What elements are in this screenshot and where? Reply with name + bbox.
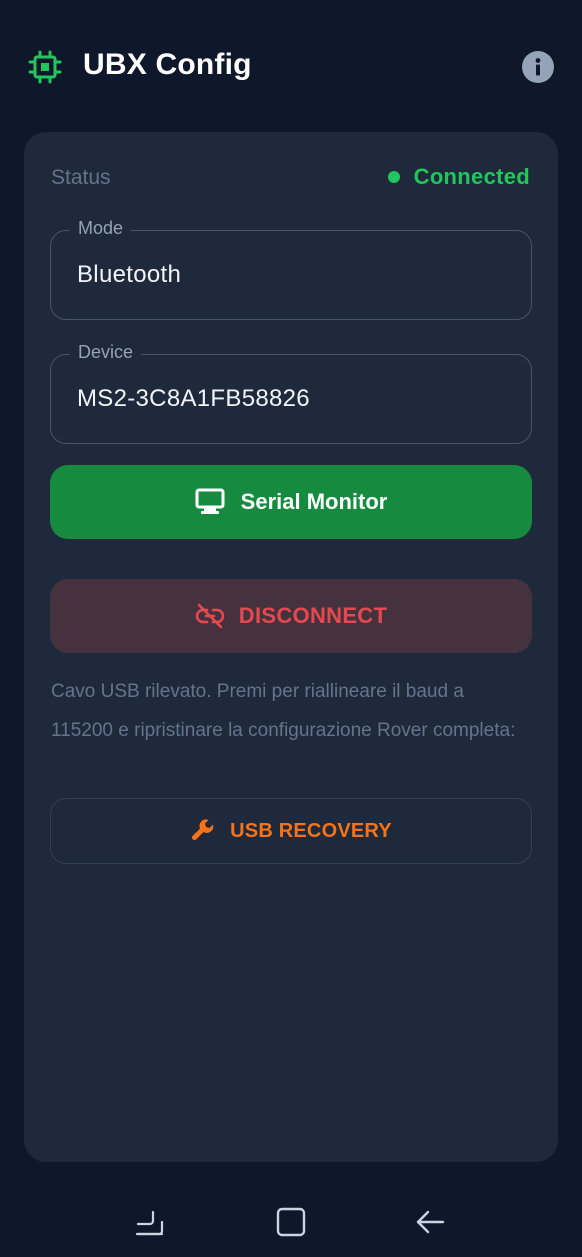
app-header: UBX Config bbox=[0, 0, 582, 132]
app-root: UBX Config Status Connected Mode Bluetoo… bbox=[0, 0, 582, 1257]
status-indicator: Connected bbox=[387, 164, 530, 190]
device-value: MS2-3C8A1FB58826 bbox=[77, 385, 310, 412]
mode-field[interactable]: Mode Bluetooth bbox=[50, 218, 532, 320]
home-button[interactable] bbox=[269, 1200, 313, 1244]
recovery-note: Cavo USB rilevato. Premi per riallineare… bbox=[51, 681, 516, 741]
connection-card: Status Connected Mode Bluetooth Device M… bbox=[24, 132, 558, 1162]
recent-apps-button[interactable] bbox=[128, 1200, 172, 1244]
info-icon bbox=[535, 58, 541, 76]
link-off-icon bbox=[195, 603, 225, 629]
disconnect-button[interactable]: DISCONNECT bbox=[50, 579, 532, 653]
status-label: Status bbox=[51, 166, 111, 189]
chip-icon bbox=[28, 50, 62, 84]
device-field[interactable]: Device MS2-3C8A1FB58826 bbox=[50, 342, 532, 444]
status-value: Connected bbox=[413, 164, 530, 189]
home-icon bbox=[276, 1207, 306, 1237]
monitor-icon bbox=[195, 488, 225, 514]
usb-recovery-button[interactable]: USB RECOVERY bbox=[50, 798, 532, 864]
mode-label: Mode bbox=[70, 218, 132, 239]
mode-value: Bluetooth bbox=[77, 261, 182, 288]
back-arrow-icon bbox=[416, 1210, 445, 1234]
device-label: Device bbox=[70, 342, 142, 363]
app-title: UBX Config bbox=[83, 48, 252, 81]
info-button[interactable] bbox=[522, 51, 554, 83]
status-dot-icon bbox=[387, 171, 400, 183]
back-button[interactable] bbox=[409, 1200, 453, 1244]
disconnect-label: DISCONNECT bbox=[238, 603, 388, 628]
recent-apps-icon bbox=[135, 1210, 164, 1236]
wrench-icon bbox=[192, 819, 214, 840]
system-nav-bar bbox=[0, 1180, 582, 1257]
serial-monitor-button[interactable]: Serial Monitor bbox=[50, 465, 532, 539]
usb-recovery-label: USB RECOVERY bbox=[230, 819, 392, 842]
serial-monitor-label: Serial Monitor bbox=[240, 489, 388, 514]
